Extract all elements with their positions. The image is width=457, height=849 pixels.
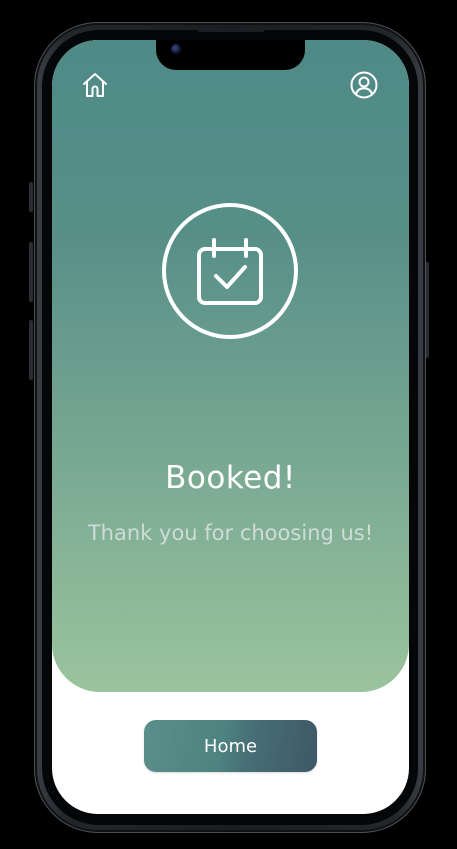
calendar-check-icon [197, 238, 263, 305]
app-viewport: Booked! Thank you for choosing us! Home [0, 0, 457, 849]
front-camera [171, 44, 181, 54]
phone-screen: Booked! Thank you for choosing us! Home [52, 40, 409, 814]
earpiece-speaker [198, 28, 264, 32]
confirmation-title: Booked! [165, 460, 296, 496]
confirmation-panel: Booked! Thank you for choosing us! [52, 40, 409, 692]
volume-up-button [29, 242, 33, 302]
calendar-check-badge [161, 202, 299, 340]
home-icon[interactable] [78, 68, 112, 102]
confirmation-message: Thank you for choosing us! [87, 521, 374, 545]
home-button[interactable]: Home [144, 720, 317, 772]
volume-down-button [29, 320, 33, 380]
silent-switch [29, 182, 33, 212]
user-circle-icon[interactable] [347, 68, 381, 102]
